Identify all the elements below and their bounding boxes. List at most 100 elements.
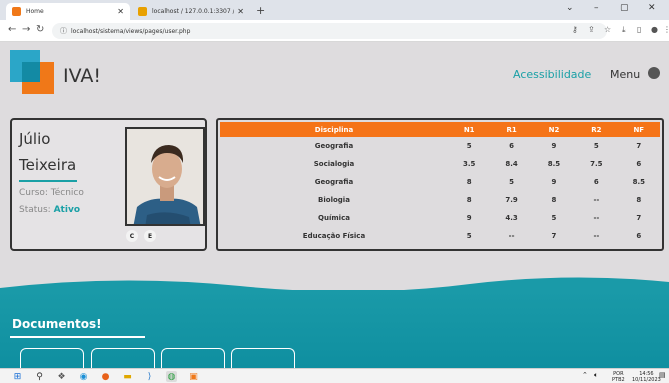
col-header-nf: NF xyxy=(617,122,660,137)
cell-r2: -- xyxy=(593,232,600,240)
tab-close-icon[interactable]: ✕ xyxy=(117,7,124,16)
e-button[interactable]: E xyxy=(144,230,156,242)
cell-n2: 9 xyxy=(551,142,557,150)
cell-subject: Biologia xyxy=(318,196,350,204)
edge-browser-icon[interactable]: ◉ xyxy=(78,371,89,382)
cell-r1: 8.4 xyxy=(505,160,518,168)
chrome-icon[interactable]: ◍ xyxy=(166,371,177,382)
grades-panel: Disciplina N1 R1 N2 R2 NF Geografia 5 6 … xyxy=(216,118,664,251)
profile-card: Júlio Teixeira Curso: Técnico Status: At… xyxy=(10,118,207,251)
cell-r1: 4.3 xyxy=(505,214,518,222)
status-text: Status: Ativo xyxy=(19,205,80,215)
cell-subject: Geografia xyxy=(314,178,354,186)
tab-close-icon[interactable]: ✕ xyxy=(237,7,244,16)
address-bar-row: ← → ↻ ⓘ localhost/sistema/views/pages/us… xyxy=(0,20,669,42)
menu-dot-icon[interactable] xyxy=(648,67,660,79)
menu-button[interactable]: Menu xyxy=(610,68,640,81)
table-row: Educação Física 5 -- 7 -- 6 xyxy=(220,227,660,245)
page-header: IVA! Acessibilidade Menu xyxy=(0,43,669,105)
back-icon[interactable]: ← xyxy=(8,24,16,35)
tray-chevron-icon[interactable]: ⌃ xyxy=(582,372,588,379)
home-favicon-icon xyxy=(12,7,21,16)
c-button[interactable]: C xyxy=(126,230,138,242)
search-icon[interactable]: ⚲ xyxy=(34,371,45,382)
cell-n1: 8 xyxy=(466,196,472,204)
col-header-r2: R2 xyxy=(575,122,618,137)
taskbar: ⊞ ⚲ ❖ ◉ ● ▬ ⟩ ◍ ▣ ⌃ 🔈︎ POR PTB2 14:56 10/1… xyxy=(0,368,669,383)
star-icon[interactable]: ☆ xyxy=(604,25,611,34)
tab-title: localhost / 127.0.0.1:3307 / tcc xyxy=(152,8,234,15)
download-icon[interactable]: ⤓ xyxy=(622,25,626,35)
file-explorer-icon[interactable]: ▬ xyxy=(122,371,133,382)
notifications-icon[interactable]: ▤ xyxy=(659,372,666,379)
cell-subject: Socialogia xyxy=(313,160,355,168)
key-icon[interactable]: ⚷ xyxy=(572,25,578,34)
profile-icon[interactable]: ● xyxy=(651,25,658,34)
browser-menu-icon[interactable]: ⋮ xyxy=(663,25,669,34)
col-header-n2: N2 xyxy=(532,122,576,137)
forward-icon[interactable]: → xyxy=(22,24,30,35)
document-card[interactable] xyxy=(91,348,155,370)
tab-search-chevron-icon[interactable]: ⌄ xyxy=(566,3,574,13)
cell-nf: 6 xyxy=(636,232,642,240)
course-text: Curso: Técnico xyxy=(19,188,84,198)
cell-subject: Química xyxy=(318,214,350,222)
table-row: Biologia 8 7.9 8 -- 8 xyxy=(220,191,660,209)
document-card[interactable] xyxy=(20,348,84,370)
browser-tab-strip: Home ✕ localhost / 127.0.0.1:3307 / tcc … xyxy=(0,0,669,20)
cell-n1: 9 xyxy=(466,214,472,222)
clock[interactable]: 14:56 10/11/2023 xyxy=(632,371,661,383)
cell-nf: 6 xyxy=(636,160,642,168)
cell-n1: 5 xyxy=(466,142,472,150)
student-first-name: Júlio xyxy=(19,130,51,148)
close-window-icon[interactable]: ✕ xyxy=(648,3,656,13)
cell-n2: 7 xyxy=(551,232,557,240)
cell-n1: 5 xyxy=(466,232,472,240)
cell-r1: 6 xyxy=(509,142,515,150)
cell-n1: 3.5 xyxy=(462,160,476,168)
minimize-icon[interactable]: – xyxy=(594,3,599,13)
cell-nf: 8 xyxy=(636,196,642,204)
widget-icon[interactable]: ❖ xyxy=(56,371,67,382)
cell-r1: 7.9 xyxy=(505,196,518,204)
cell-n1: 8 xyxy=(466,178,472,186)
tab-phpmyadmin[interactable]: localhost / 127.0.0.1:3307 / tcc ✕ xyxy=(132,3,250,20)
table-row: Socialogia 3.5 8.4 8.5 7.5 6 xyxy=(220,155,660,173)
xampp-icon[interactable]: ▣ xyxy=(188,371,199,382)
document-card[interactable] xyxy=(161,348,225,370)
phpmyadmin-favicon-icon xyxy=(138,7,147,16)
url-field[interactable]: ⓘ localhost/sistema/views/pages/user.php xyxy=(52,23,607,39)
cell-subject: Geografia xyxy=(314,142,354,150)
cell-r2: 5 xyxy=(593,142,599,150)
grades-header-row: Disciplina N1 R1 N2 R2 NF xyxy=(220,122,660,137)
volume-icon[interactable]: 🔈︎ xyxy=(594,372,598,379)
site-info-icon[interactable]: ⓘ xyxy=(60,26,67,36)
document-card[interactable] xyxy=(231,348,295,370)
maximize-icon[interactable]: ▢ xyxy=(620,3,629,13)
sidebar-icon[interactable]: ▯ xyxy=(637,25,641,34)
table-row: Geografia 5 6 9 5 7 xyxy=(220,137,660,155)
windows-start-icon[interactable]: ⊞ xyxy=(12,371,23,382)
cell-r1: 5 xyxy=(509,178,515,186)
brand-name[interactable]: IVA! xyxy=(63,65,101,87)
cell-subject: Educação Física xyxy=(302,232,366,240)
tab-home[interactable]: Home ✕ xyxy=(6,3,130,20)
cell-n2: 5 xyxy=(551,214,557,222)
url-text: localhost/sistema/views/pages/user.php xyxy=(71,27,191,35)
language-indicator[interactable]: POR PTB2 xyxy=(612,371,625,383)
logo-icon[interactable] xyxy=(10,50,58,98)
name-underline xyxy=(19,180,77,182)
col-header-n1: N1 xyxy=(448,122,491,137)
new-tab-button[interactable]: + xyxy=(256,4,265,17)
vscode-icon[interactable]: ⟩ xyxy=(144,371,155,382)
share-icon[interactable]: ⇪ xyxy=(588,25,595,34)
cell-nf: 7 xyxy=(636,214,642,222)
avatar xyxy=(125,127,205,226)
cell-nf: 7 xyxy=(636,142,642,150)
firefox-icon[interactable]: ● xyxy=(100,371,111,382)
cell-r1: -- xyxy=(508,232,515,240)
reload-icon[interactable]: ↻ xyxy=(36,24,44,35)
accessibility-link[interactable]: Acessibilidade xyxy=(513,68,591,81)
cell-r2: -- xyxy=(593,214,600,222)
cell-r2: -- xyxy=(593,196,600,204)
